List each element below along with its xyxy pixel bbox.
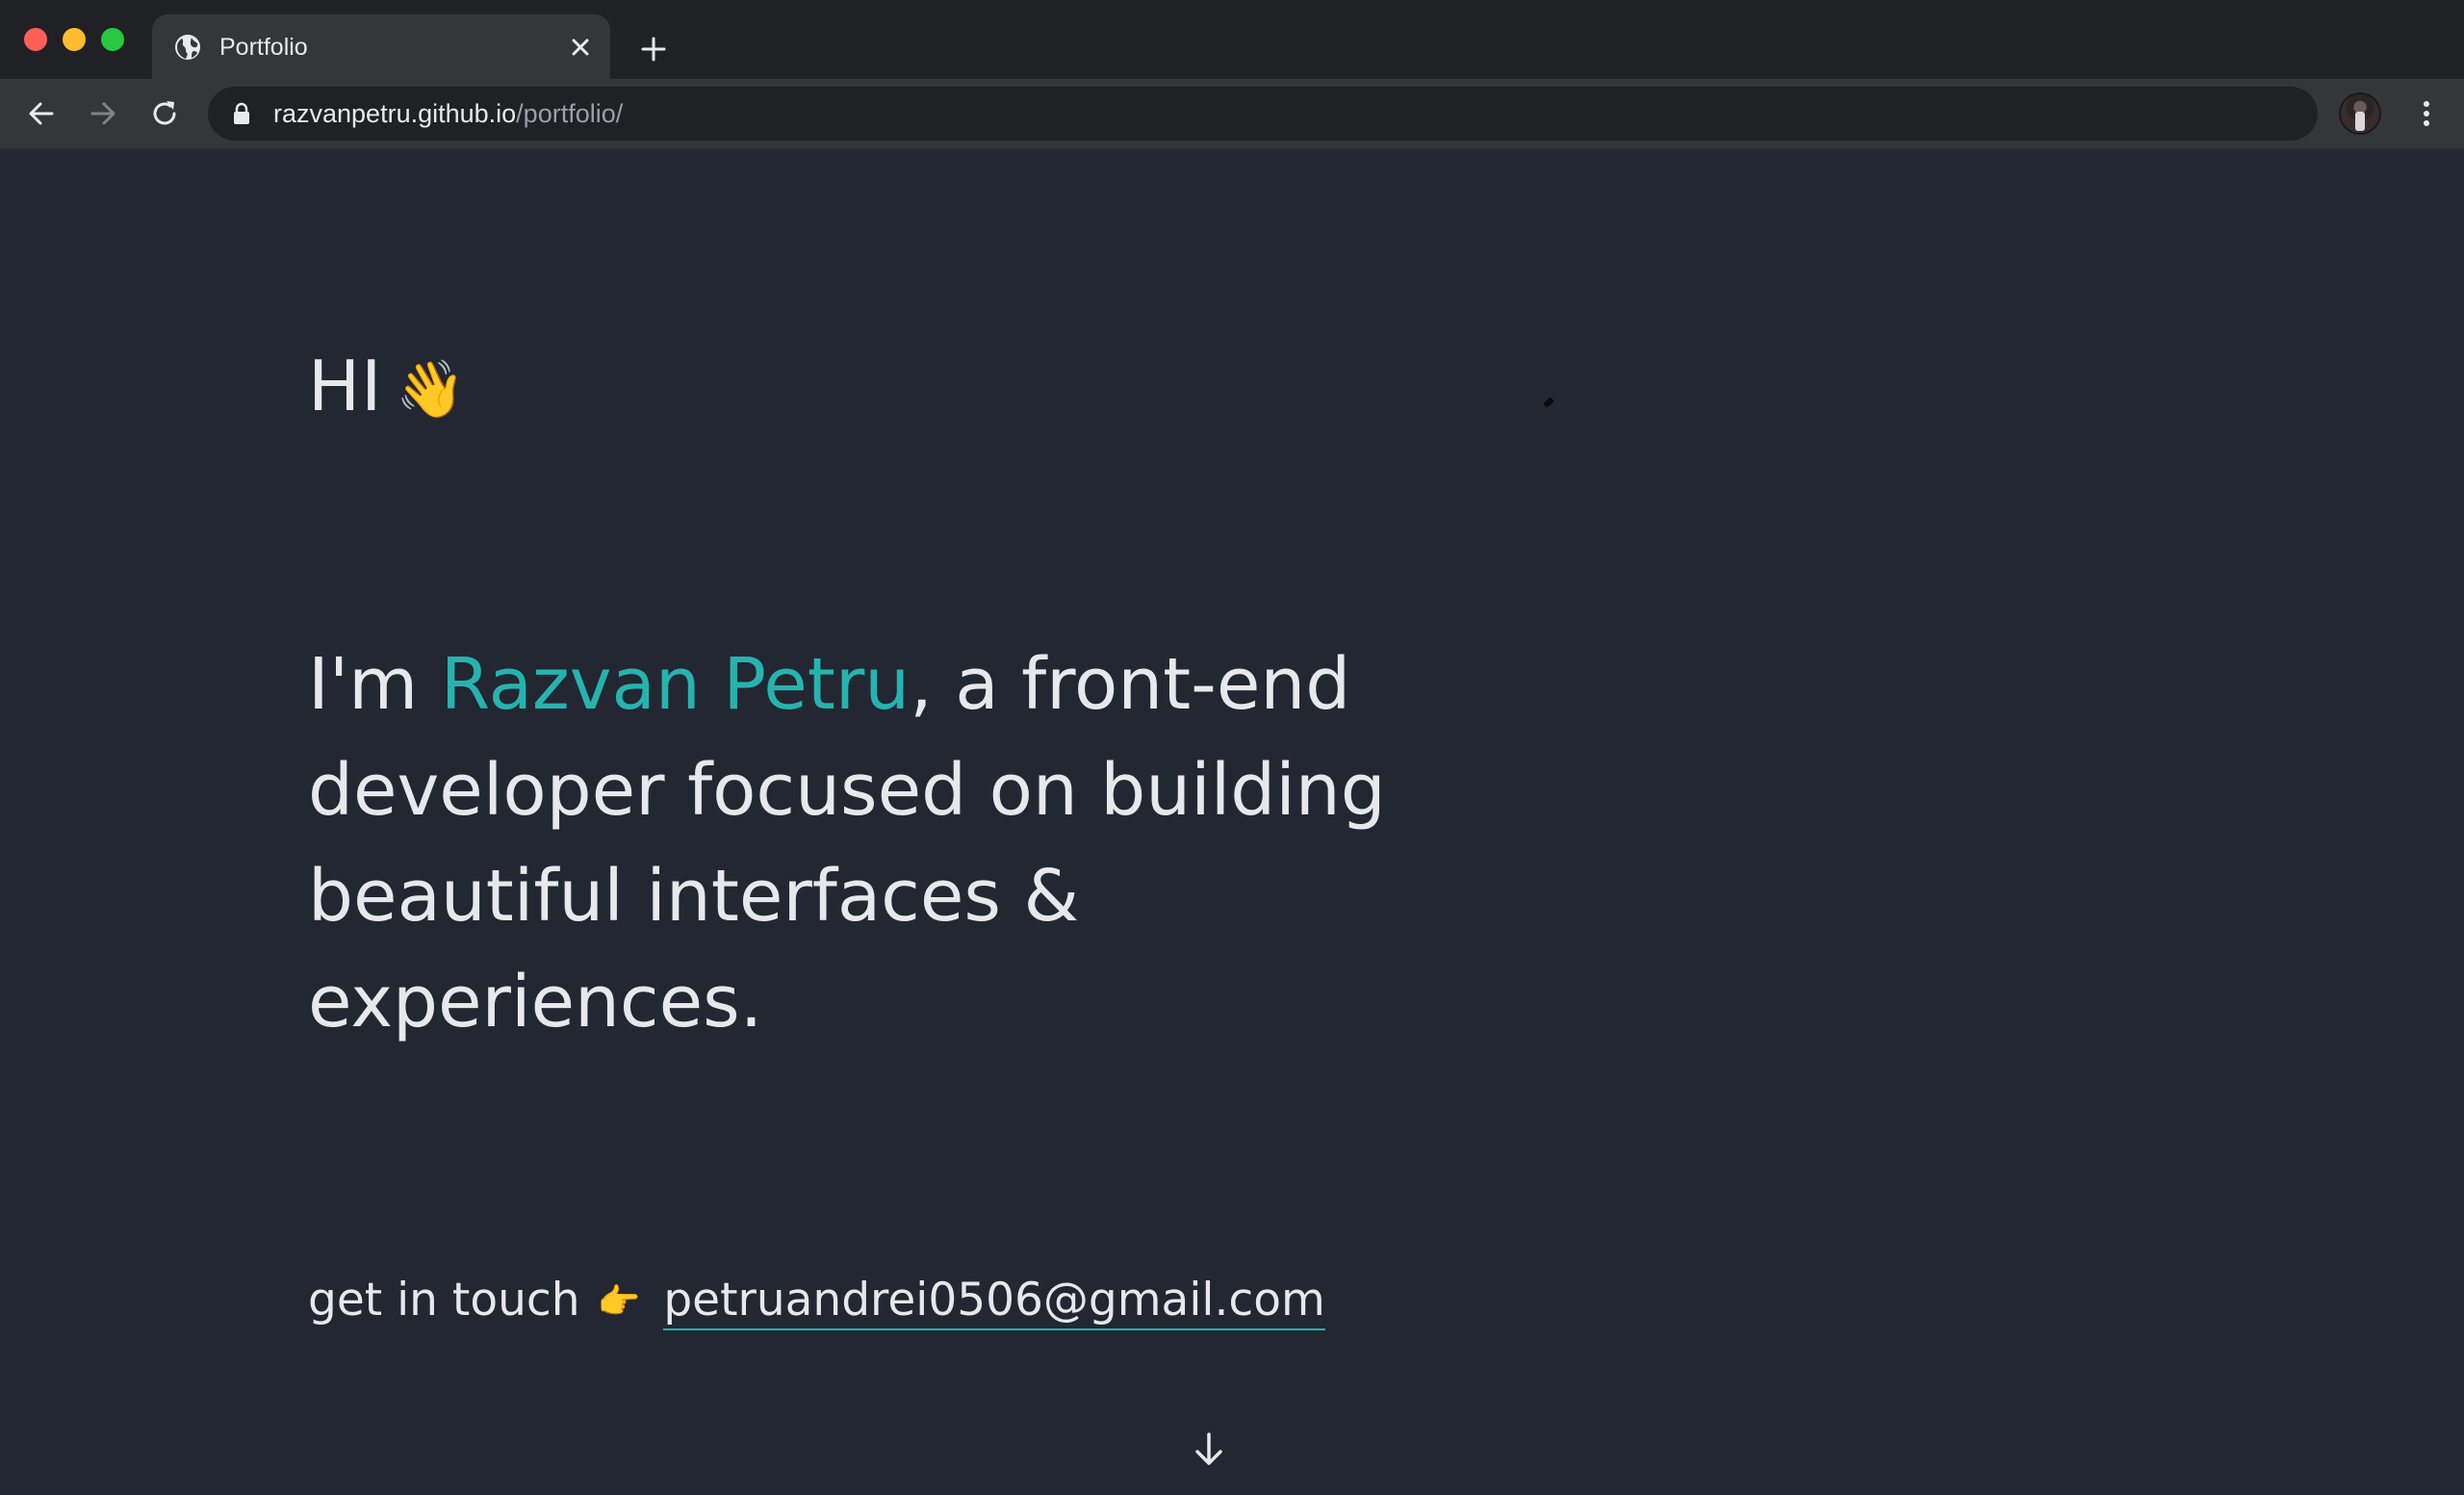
intro-before-name: I'm [308, 643, 441, 726]
pointing-hand-icon: 👉 [597, 1282, 641, 1322]
greeting-heading: HI 👋 [308, 343, 467, 432]
address-bar[interactable]: razvanpetru.github.io/portfolio/ [208, 87, 2318, 141]
maximize-window-button[interactable] [101, 28, 124, 51]
close-icon[interactable] [568, 35, 593, 60]
url-text[interactable]: razvanpetru.github.io/portfolio/ [273, 87, 623, 141]
new-tab-plus-icon[interactable] [639, 35, 668, 64]
contact-label: get in touch [308, 1274, 580, 1327]
lock-icon[interactable] [231, 101, 252, 126]
profile-avatar[interactable] [2339, 92, 2381, 135]
contact-line: get in touch 👉 petruandrei0506@gmail.com [308, 1267, 1325, 1336]
arrow-down-icon[interactable] [1192, 1431, 1226, 1469]
tab-title: Portfolio [219, 34, 308, 61]
forward-arrow-icon[interactable] [85, 95, 121, 132]
back-arrow-icon[interactable] [23, 95, 60, 132]
browser-toolbar: razvanpetru.github.io/portfolio/ [0, 79, 2464, 150]
email-link[interactable]: petruandrei0506@gmail.com [663, 1274, 1325, 1330]
close-window-button[interactable] [24, 28, 47, 51]
url-path: /portfolio/ [516, 99, 624, 128]
browser-window: Portfolio razvanpetru.github.io/portfoli… [0, 0, 2464, 1495]
more-vertical-icon[interactable] [2408, 95, 2445, 132]
url-host: razvanpetru.github.io [273, 99, 517, 128]
greeting-text: HI [308, 346, 383, 426]
minimize-window-button[interactable] [63, 28, 86, 51]
author-name: Razvan Petru [440, 643, 911, 726]
tab-strip: Portfolio [0, 0, 2464, 79]
globe-icon [175, 35, 200, 60]
cursor-mark [1543, 397, 1554, 408]
intro-paragraph: I'm Razvan Petru, a front-end developer … [308, 632, 1511, 1055]
tab-portfolio[interactable]: Portfolio [152, 14, 610, 79]
page-content: HI 👋 I'm Razvan Petru, a front-end develo… [0, 150, 2464, 1495]
reload-icon[interactable] [146, 95, 183, 132]
waving-hand-icon: 👋 [396, 356, 467, 422]
